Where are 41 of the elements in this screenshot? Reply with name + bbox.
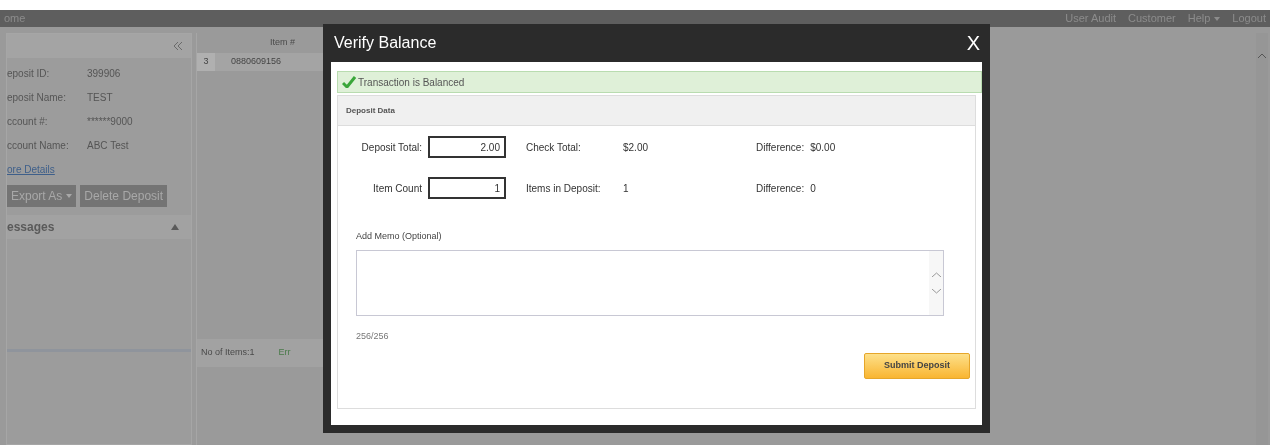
close-button[interactable]: X (966, 28, 980, 58)
scroll-up-icon (931, 271, 941, 277)
total-value: $2.00 (623, 140, 650, 155)
scroll-down-icon (931, 288, 941, 294)
input-field[interactable]: 1 (428, 177, 506, 199)
collapse-icon (171, 224, 179, 230)
total-label: Items in Deposit: (525, 181, 602, 196)
field-value: ABC Test (87, 139, 129, 153)
dialog-title: Verify Balance (334, 33, 437, 53)
difference-value: $0.00 (810, 140, 836, 155)
item-count: No of Items:1 (201, 346, 255, 360)
submit-deposit-button[interactable]: Submit Deposit (864, 353, 970, 379)
field-label: eposit Name: (7, 91, 67, 105)
field-value: ******9000 (87, 115, 133, 129)
scroll-up-icon (1258, 53, 1266, 58)
section-title: Deposit Data (346, 104, 395, 117)
difference-label: Difference: (756, 181, 806, 196)
field-label: ccount Name: (7, 139, 70, 153)
difference-label: Difference: (756, 140, 806, 155)
difference-value: 0 (810, 181, 816, 196)
collapse-icon (173, 42, 183, 50)
field-label: ccount #: (7, 115, 49, 129)
total-label: Check Total: (525, 140, 582, 155)
banner-text: Transaction is Balanced (358, 75, 465, 90)
check-icon (342, 76, 356, 88)
total-value: 1 (623, 181, 630, 196)
character-counter: 256/256 (356, 329, 390, 343)
input-label: Deposit Total: (360, 140, 423, 155)
field-label: eposit ID: (7, 67, 51, 81)
column-header: Item # (270, 36, 295, 50)
field-value: 399906 (87, 67, 121, 81)
field-value: TEST (87, 91, 113, 105)
status-text: Err (278, 346, 291, 360)
memo-label: Add Memo (Optional) (356, 230, 443, 243)
row-number: 3 (197, 53, 215, 71)
messages-title: essages (7, 219, 55, 236)
memo-field[interactable] (356, 249, 944, 316)
more-details-link[interactable]: ore Details (7, 162, 55, 177)
table-cell-text: 0880609156 (230, 55, 282, 69)
input-label: Item Count (372, 181, 423, 196)
input-field[interactable]: 2.00 (428, 136, 506, 158)
